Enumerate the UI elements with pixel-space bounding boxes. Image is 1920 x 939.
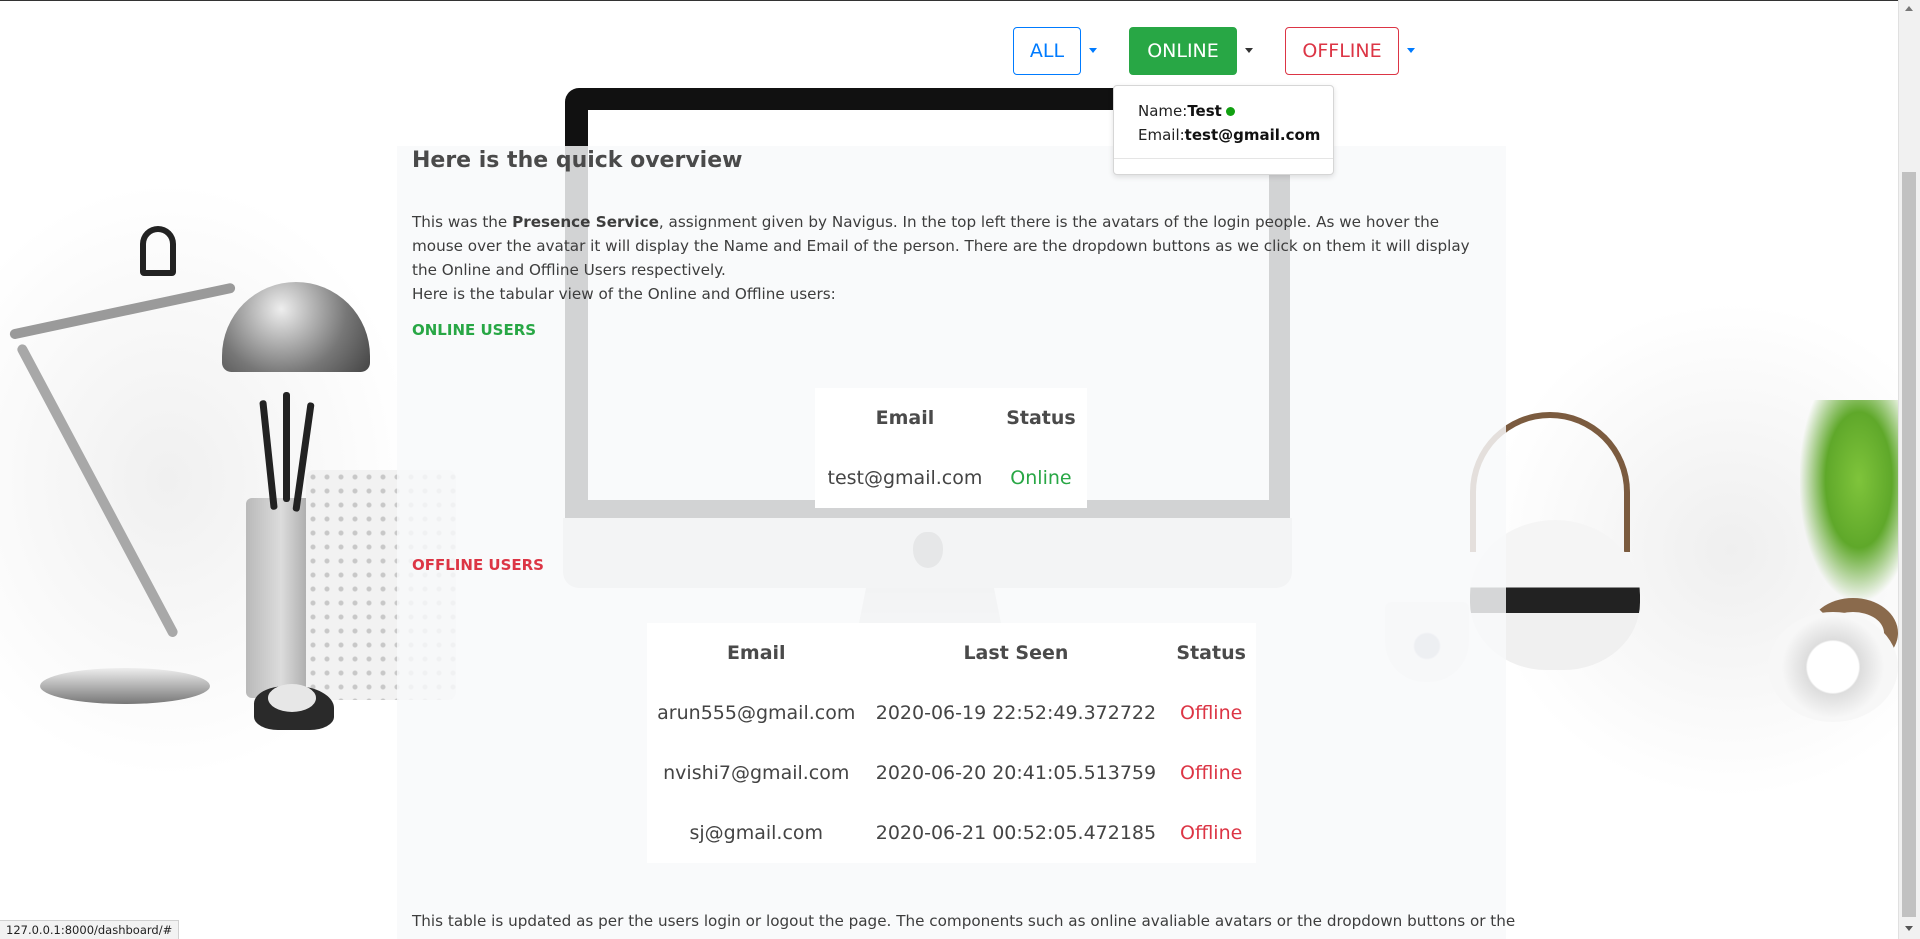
status-cell: Online xyxy=(1010,467,1072,489)
dropdown-user-email[interactable]: Email:test@gmail.com xyxy=(1138,126,1320,144)
name-value: Test xyxy=(1187,102,1222,120)
scrollbar-thumb[interactable] xyxy=(1902,172,1916,917)
online-users-table: Email Status test@gmail.com Online xyxy=(815,388,1087,508)
offline-users-heading: OFFLINE USERS xyxy=(412,556,544,574)
email-value: test@gmail.com xyxy=(1184,126,1321,144)
headphones-illustration xyxy=(1768,612,1898,722)
all-users-button[interactable]: ALL xyxy=(1013,27,1081,75)
column-header-status: Status xyxy=(1006,407,1076,429)
column-header-status: Status xyxy=(1176,642,1246,664)
email-label: Email: xyxy=(1138,126,1185,144)
column-header-last-seen: Last Seen xyxy=(963,642,1069,664)
column-header-email: Email xyxy=(726,642,786,664)
name-label: Name: xyxy=(1138,102,1188,120)
dropdown-divider xyxy=(1114,158,1333,159)
last-seen-cell: 2020-06-20 20:41:05.513759 xyxy=(875,762,1157,784)
column-header-email: Email xyxy=(875,407,935,429)
intro-text-bold: Presence Service xyxy=(512,213,659,231)
offline-users-table: Email Last Seen Status arun555@gmail.com… xyxy=(647,623,1256,863)
intro-text-start: This was the xyxy=(412,213,513,231)
panda-figurine-belly xyxy=(268,684,316,712)
scroll-up-arrow-icon[interactable] xyxy=(1905,6,1913,11)
scroll-down-arrow-icon[interactable] xyxy=(1905,926,1913,931)
email-cell: sj@gmail.com xyxy=(689,822,824,844)
online-users-heading: ONLINE USERS xyxy=(412,321,537,339)
last-seen-cell: 2020-06-21 00:52:05.472185 xyxy=(875,822,1157,844)
pencil-illustration xyxy=(283,392,290,502)
email-cell: nvishi7@gmail.com xyxy=(663,762,850,784)
dropdown-user-name[interactable]: Name:Test xyxy=(1138,102,1235,120)
online-users-dropdown: Name:Test Email:test@gmail.com xyxy=(1113,85,1334,175)
all-dropdown-caret-icon[interactable] xyxy=(1089,48,1097,53)
status-cell: Offline xyxy=(1179,702,1243,724)
last-seen-cell: 2020-06-19 22:52:49.372722 xyxy=(875,702,1157,724)
table-header-row: Email Last Seen Status xyxy=(647,623,1256,683)
footer-description: This table is updated as per the users l… xyxy=(412,912,1516,930)
tabular-view-text: Here is the tabular view of the Online a… xyxy=(412,285,836,303)
table-header-row: Email Status xyxy=(815,388,1087,448)
desk-lamp-base xyxy=(40,668,210,704)
status-cell: Offline xyxy=(1179,762,1243,784)
email-cell: test@gmail.com xyxy=(827,467,983,489)
desk-lamp-clip xyxy=(140,226,176,276)
table-row: nvishi7@gmail.com 2020-06-20 20:41:05.51… xyxy=(647,743,1256,803)
email-cell: arun555@gmail.com xyxy=(657,702,856,724)
online-status-dot-icon xyxy=(1225,107,1235,116)
offline-users-button[interactable]: OFFLINE xyxy=(1285,27,1399,75)
overview-description: This was the Presence Service, assignmen… xyxy=(412,210,1492,306)
offline-dropdown-caret-icon[interactable] xyxy=(1407,48,1415,53)
status-cell: Offline xyxy=(1179,822,1243,844)
table-row: arun555@gmail.com 2020-06-19 22:52:49.37… xyxy=(647,683,1256,743)
overview-title: Here is the quick overview xyxy=(412,148,743,173)
plant-illustration xyxy=(1800,400,1898,600)
status-bar-url: 127.0.0.1:8000/dashboard/# xyxy=(0,920,180,939)
table-row: test@gmail.com Online xyxy=(815,448,1087,508)
table-row: sj@gmail.com 2020-06-21 00:52:05.472185 … xyxy=(647,803,1256,863)
online-users-button[interactable]: ONLINE xyxy=(1129,27,1237,75)
online-dropdown-caret-icon[interactable] xyxy=(1245,48,1253,53)
